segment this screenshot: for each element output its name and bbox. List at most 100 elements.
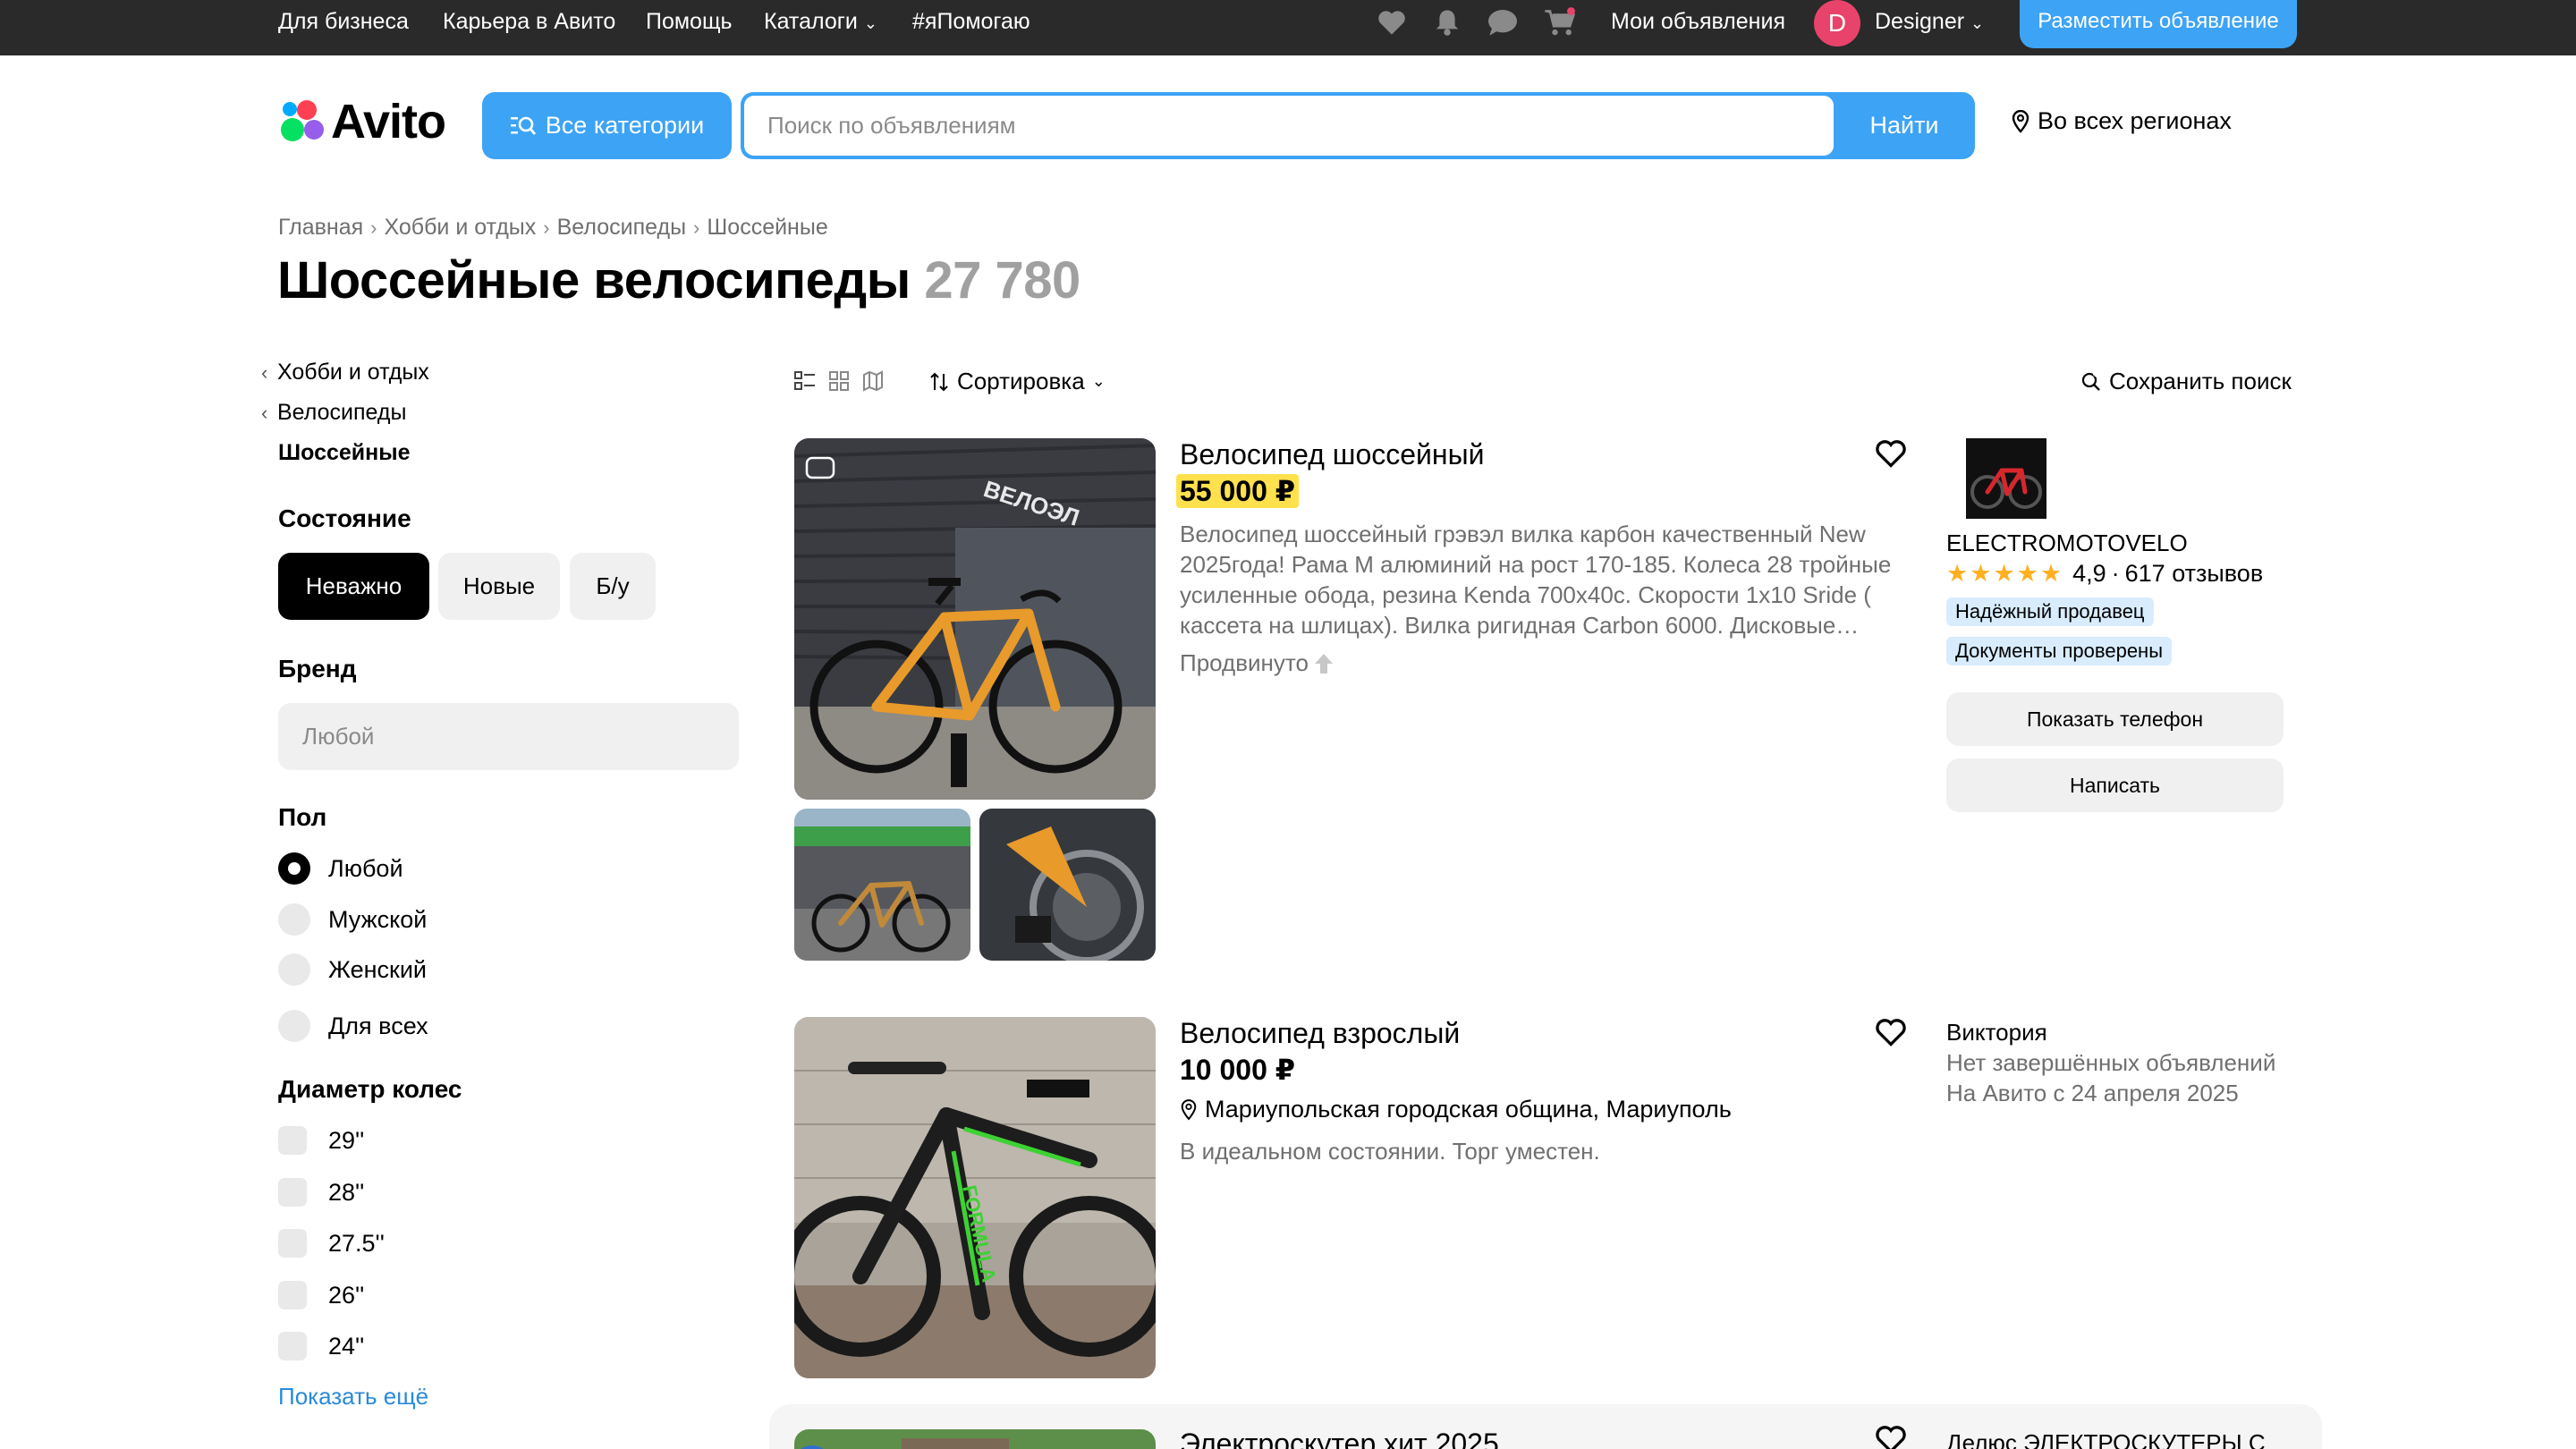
seller-name[interactable]: ELECTROMOTOVELO xyxy=(1946,530,2188,557)
sort-dropdown[interactable]: Сортировка ⌄ xyxy=(928,368,1106,395)
favorites-heart-icon[interactable] xyxy=(1376,6,1408,38)
my-ads-link[interactable]: Мои объявления xyxy=(1611,0,1785,43)
top-bar: Для бизнеса Карьера в Авито Помощь Катал… xyxy=(0,0,2576,55)
current-category: Шоссейные xyxy=(278,440,411,465)
wheel-checkbox-24[interactable]: 24'' xyxy=(278,1328,364,1364)
location-pin-icon xyxy=(1181,1098,1197,1121)
post-ad-button[interactable]: Разместить объявление xyxy=(2020,0,2297,48)
checkbox[interactable] xyxy=(278,1332,307,1360)
listing-price: 10 000 ₽ xyxy=(1180,1054,1296,1086)
listing-title[interactable]: Велосипед взрослый xyxy=(1180,1017,1460,1050)
promoted-label: Продвинуто xyxy=(1180,649,1334,677)
listing-thumbnail[interactable] xyxy=(794,809,970,961)
link-ya-pomogayu[interactable]: #яПомогаю xyxy=(912,0,1030,43)
breadcrumb-item[interactable]: Хобби и отдых xyxy=(384,215,536,241)
checkbox[interactable] xyxy=(278,1229,307,1258)
listing-photo[interactable] xyxy=(794,1429,1156,1449)
radio-button[interactable] xyxy=(278,1010,310,1042)
listing-card[interactable]: ВЕЛОЭЛ Велосипед шоссейный 55 000 ₽ Вело… xyxy=(769,438,2322,966)
arrow-up-icon xyxy=(1314,653,1333,674)
condition-heading: Состояние xyxy=(278,504,411,532)
star-icon: ★ xyxy=(2039,560,2063,587)
condition-chip-any[interactable]: Неважно xyxy=(278,553,429,620)
location-pin-icon xyxy=(2012,109,2029,133)
seller-member-since: На Авито с 24 апреля 2025 xyxy=(1946,1080,2239,1106)
favorite-heart-icon[interactable] xyxy=(1875,1424,1907,1449)
listing-description: В идеальном состоянии. Торг уместен. xyxy=(1180,1138,1600,1165)
link-help[interactable]: Помощь xyxy=(646,0,733,43)
listing-photo[interactable]: FORMULA xyxy=(794,1017,1156,1378)
wheel-checkbox-28[interactable]: 28'' xyxy=(278,1174,364,1210)
avatar[interactable]: D xyxy=(1814,0,1860,47)
listing-title[interactable]: Электроскутер хит 2025 xyxy=(1180,1428,1499,1449)
breadcrumb-item[interactable]: Велосипеды xyxy=(557,215,686,241)
listing-card[interactable]: FORMULA Велосипед взрослый 10 000 ₽ Мари… xyxy=(769,1017,2322,1384)
radio-button[interactable] xyxy=(278,903,310,936)
avito-logo[interactable]: Avito xyxy=(277,95,446,148)
grid-view-icon[interactable] xyxy=(828,370,850,392)
radio-button[interactable] xyxy=(278,852,310,885)
brand-heading: Бренд xyxy=(278,655,357,682)
link-career[interactable]: Карьера в Авито xyxy=(443,0,615,43)
listing-description: Велосипед шоссейный грэвэл вилка карбон … xyxy=(1180,521,1892,639)
logo-text: Avito xyxy=(331,95,446,148)
list-view-icon[interactable] xyxy=(794,370,816,392)
seller-name[interactable]: Виктория xyxy=(1946,1019,2047,1046)
radio-button[interactable] xyxy=(278,953,310,986)
wheel-checkbox-27-5[interactable]: 27.5'' xyxy=(278,1225,385,1261)
write-message-button[interactable]: Написать xyxy=(1946,758,2284,812)
condition-chip-new[interactable]: Новые xyxy=(438,553,560,620)
user-menu[interactable]: Designer ⌄ xyxy=(1875,0,1984,43)
seller-logo[interactable] xyxy=(1966,438,2046,519)
show-phone-button[interactable]: Показать телефон xyxy=(1946,692,2284,746)
link-catalogs[interactable]: Каталоги ⌄ xyxy=(764,0,877,43)
radio-label: Любой xyxy=(328,854,403,882)
favorite-heart-icon[interactable] xyxy=(1875,1017,1907,1049)
condition-chip-used[interactable]: Б/у xyxy=(570,553,656,620)
wheel-checkbox-29[interactable]: 29'' xyxy=(278,1123,364,1158)
promoted-text: Продвинуто xyxy=(1180,649,1309,676)
gender-radio-male[interactable]: Мужской xyxy=(278,902,427,937)
checkbox-label: 24'' xyxy=(328,1332,365,1360)
find-button[interactable]: Найти xyxy=(1834,92,1975,159)
region-selector[interactable]: Во всех регионах xyxy=(2011,107,2232,135)
bell-icon[interactable] xyxy=(1431,6,1463,38)
listing-card-promoted[interactable]: Электроскутер хит 2025 Делюс ЭЛЕКТРОСКУТ… xyxy=(769,1404,2322,1449)
map-view-icon[interactable] xyxy=(862,370,884,392)
breadcrumb-item[interactable]: Шоссейные xyxy=(707,215,827,241)
listing-photo[interactable]: ВЕЛОЭЛ xyxy=(794,438,1156,800)
link-for-business[interactable]: Для бизнеса xyxy=(278,0,409,43)
star-icon: ★ xyxy=(1993,560,2015,587)
checkbox[interactable] xyxy=(278,1281,307,1309)
gender-radio-any[interactable]: Любой xyxy=(278,851,403,886)
save-search-label: Сохранить поиск xyxy=(2109,368,2292,394)
category-back-link[interactable]: ‹ Хобби и отдых xyxy=(261,360,429,386)
gender-radio-unisex[interactable]: Для всех xyxy=(278,1008,428,1044)
reviews-count[interactable]: 617 отзывов xyxy=(2125,560,2264,588)
breadcrumb-item[interactable]: Главная xyxy=(278,215,363,241)
logo-dots-icon xyxy=(277,97,327,147)
listing-title[interactable]: Велосипед шоссейный xyxy=(1180,438,1484,471)
category-back-link[interactable]: ‹ Велосипеды xyxy=(261,400,406,426)
star-icon: ★ xyxy=(1970,560,1992,587)
cart-icon[interactable] xyxy=(1544,6,1576,38)
seller-stats: Нет завершённых объявлений xyxy=(1946,1049,2276,1076)
checkbox[interactable] xyxy=(278,1126,307,1155)
chevron-right-icon: › xyxy=(543,216,550,239)
show-more-link[interactable]: Показать ещё xyxy=(278,1383,428,1411)
category-back-label: Хобби и отдых xyxy=(277,360,429,385)
checkbox[interactable] xyxy=(278,1178,307,1207)
seller-name[interactable]: Делюс ЭЛЕКТРОСКУТЕРЫ С xyxy=(1946,1429,2266,1449)
search-input[interactable] xyxy=(744,96,1834,156)
wheel-checkbox-26[interactable]: 26'' xyxy=(278,1277,364,1313)
chevron-right-icon: › xyxy=(370,216,377,239)
save-search-button[interactable]: Сохранить поиск xyxy=(2080,368,2292,395)
brand-field[interactable]: Любой xyxy=(278,703,739,770)
listing-thumbnail[interactable] xyxy=(979,809,1156,961)
save-search-icon xyxy=(2081,370,2100,391)
separator: · xyxy=(2111,560,2120,587)
favorite-heart-icon[interactable] xyxy=(1875,438,1907,470)
gender-radio-female[interactable]: Женский xyxy=(278,952,427,987)
messages-icon[interactable] xyxy=(1487,6,1519,38)
all-categories-button[interactable]: Все категории xyxy=(482,92,732,159)
